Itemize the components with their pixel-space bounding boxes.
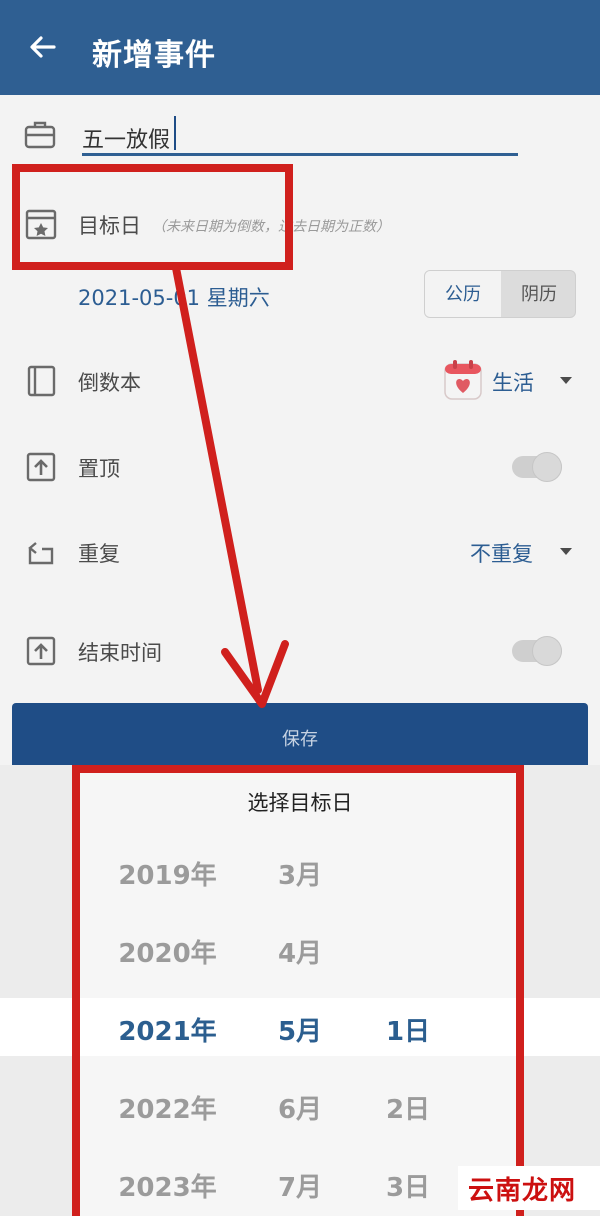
end-time-switch[interactable]	[512, 636, 562, 666]
lunar-calendar-option[interactable]: 阴历	[501, 271, 575, 317]
book-icon	[27, 365, 56, 397]
event-name-input[interactable]: 五一放假	[82, 110, 518, 156]
countdown-book-label: 倒数本	[78, 371, 141, 395]
repeat-icon	[28, 542, 54, 565]
add-event-screen: 新增事件 五一放假 目标日 （未来日期为倒数，过去日期为正数） 2021-05-…	[0, 0, 600, 765]
save-button[interactable]: 保存	[12, 703, 588, 765]
date-picker-sheet: 选择目标日 2019年 2020年 2021年 2022年 2023年 3月 4…	[0, 765, 600, 1216]
life-category-icon	[444, 360, 482, 400]
picker-annotation-box	[72, 765, 524, 1216]
countdown-book-value[interactable]: 生活	[492, 367, 534, 397]
target-date-annotation-box	[12, 164, 293, 270]
pin-top-switch[interactable]	[512, 452, 562, 482]
solar-calendar-option[interactable]: 公历	[425, 271, 501, 317]
back-arrow-icon[interactable]	[26, 30, 60, 64]
calendar-type-toggle: 公历 阴历	[424, 270, 576, 318]
end-time-icon	[26, 636, 56, 666]
repeat-label: 重复	[78, 542, 120, 566]
end-time-label: 结束时间	[78, 641, 162, 665]
app-bar: 新增事件	[0, 0, 600, 95]
pin-top-label: 置顶	[78, 457, 120, 481]
book-dropdown-icon[interactable]	[560, 377, 572, 384]
repeat-value[interactable]: 不重复	[470, 538, 533, 568]
repeat-dropdown-icon[interactable]	[560, 548, 572, 555]
page-title: 新增事件	[92, 38, 216, 73]
pin-top-icon	[26, 452, 56, 482]
briefcase-icon	[24, 121, 56, 149]
target-date-value[interactable]: 2021-05-01 星期六	[78, 282, 270, 312]
event-name-value: 五一放假	[82, 128, 171, 153]
watermark: 云南龙网	[458, 1166, 600, 1210]
text-caret	[174, 116, 176, 150]
watermark-text: 云南龙网	[468, 1176, 577, 1206]
